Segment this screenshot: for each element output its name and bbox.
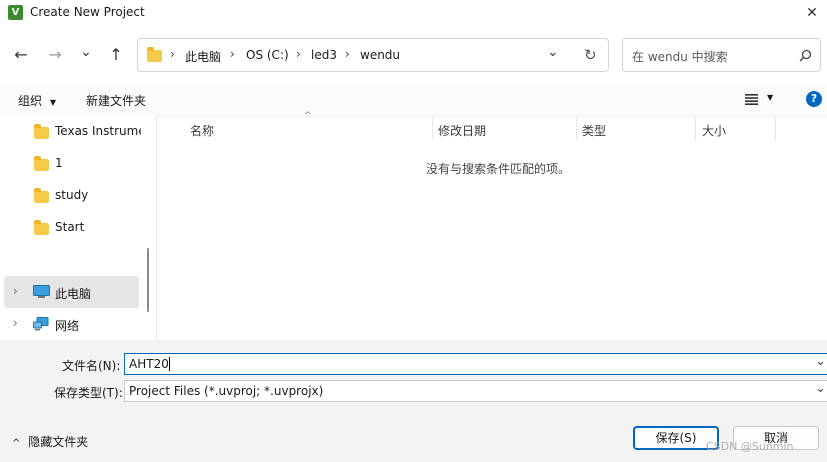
up-icon[interactable]: ↑: [104, 43, 128, 67]
back-icon[interactable]: ←: [9, 43, 33, 67]
nav-item-label: 1: [55, 156, 63, 170]
app-icon: V: [8, 5, 23, 20]
network-icon: [33, 317, 49, 331]
hide-folders-label: 隐藏文件夹: [28, 435, 89, 449]
nav-item-label: 此电脑: [55, 287, 92, 301]
scrollbar-thumb[interactable]: [147, 248, 149, 312]
nav-item-start[interactable]: Start: [0, 218, 150, 238]
breadcrumb-drive[interactable]: OS (C:): [246, 48, 289, 62]
address-dropdown-icon[interactable]: ⌄: [547, 44, 559, 60]
breadcrumb-led3[interactable]: led3: [311, 48, 337, 62]
nav-item-label: 网络: [55, 319, 80, 333]
nav-item-label: Texas Instrume: [55, 124, 141, 138]
breadcrumb-wendu[interactable]: wendu: [360, 48, 400, 62]
column-divider[interactable]: [432, 116, 433, 140]
help-icon[interactable]: ?: [806, 91, 822, 107]
hide-folders-button[interactable]: ^ 隐藏文件夹: [12, 433, 88, 450]
filetype-label: 保存类型(T):: [54, 386, 123, 400]
folder-icon: [34, 156, 49, 171]
sort-ascending-icon: ^: [304, 111, 312, 121]
column-header-name[interactable]: 名称: [190, 122, 214, 139]
new-folder-button[interactable]: 新建文件夹: [86, 92, 146, 109]
forward-icon[interactable]: →: [43, 43, 67, 67]
breadcrumb-separator: ›: [230, 47, 235, 61]
nav-item-texas[interactable]: Texas Instrume: [0, 122, 150, 142]
expand-chevron-icon[interactable]: ›: [13, 284, 18, 298]
search-placeholder: 在 wendu 中搜索: [632, 50, 728, 64]
folder-icon: [34, 220, 49, 235]
address-bar[interactable]: › 此电脑 › OS (C:) › led3 › wendu ⌄ ↻: [137, 38, 609, 72]
breadcrumb-separator: ›: [345, 47, 350, 61]
folder-icon: [34, 124, 49, 139]
breadcrumb-separator: ›: [170, 47, 175, 61]
chevron-down-icon[interactable]: ⌄: [815, 354, 826, 369]
breadcrumb-separator: ›: [296, 47, 301, 61]
column-header-type[interactable]: 类型: [582, 122, 606, 139]
folder-icon: [147, 47, 162, 62]
column-header-date[interactable]: 修改日期: [438, 122, 486, 139]
filename-label: 文件名(N):: [62, 359, 121, 373]
refresh-icon[interactable]: ↻: [584, 46, 597, 64]
column-header-size[interactable]: 大小: [702, 122, 726, 139]
search-box[interactable]: 在 wendu 中搜索: [622, 38, 821, 72]
chevron-down-icon[interactable]: ⌄: [815, 381, 826, 396]
title-bar: V Create New Project ✕: [0, 0, 827, 26]
close-button[interactable]: ✕: [797, 0, 827, 26]
file-list: [157, 116, 827, 340]
nav-item-this-pc[interactable]: › 此电脑: [4, 276, 139, 308]
navigation-pane: Texas Instrume 1 study Start › 此电脑 › 网络: [0, 116, 157, 340]
empty-list-message: 没有与搜索条件匹配的项。: [426, 162, 571, 176]
text-cursor: [169, 357, 170, 371]
view-caret-icon[interactable]: ▼: [767, 93, 773, 102]
save-panel: 文件名(N): AHT20 ⌄ 保存类型(T): Project Files (…: [0, 340, 827, 462]
nav-item-label: Start: [55, 220, 85, 234]
column-divider[interactable]: [775, 116, 776, 140]
organize-label: 组织: [18, 94, 43, 108]
nav-item-study[interactable]: study: [0, 186, 150, 206]
expand-chevron-icon[interactable]: ›: [13, 316, 18, 330]
recent-locations-icon[interactable]: ⌄: [74, 40, 98, 64]
command-bar: 组织 ▼ 新建文件夹 ▼ ?: [0, 84, 827, 117]
folder-icon: [34, 188, 49, 203]
window-title: Create New Project: [30, 5, 145, 19]
caret-down-icon: ▼: [49, 98, 56, 107]
watermark: CSDN @Sunmin: [706, 440, 794, 453]
nav-item-1[interactable]: 1: [0, 154, 150, 174]
nav-item-label: study: [55, 188, 89, 202]
column-divider[interactable]: [695, 116, 696, 140]
organize-button[interactable]: 组织 ▼: [18, 92, 56, 109]
filename-value: AHT20: [129, 357, 169, 371]
filetype-value: Project Files (*.uvproj; *.uvprojx): [129, 384, 324, 398]
filetype-select[interactable]: Project Files (*.uvproj; *.uvprojx) ⌄: [124, 380, 827, 402]
view-list-icon[interactable]: [745, 94, 758, 105]
search-icon[interactable]: [799, 49, 812, 62]
nav-item-network[interactable]: › 网络: [4, 312, 139, 336]
column-divider[interactable]: [576, 116, 577, 140]
chevron-up-icon: ^: [12, 438, 21, 449]
computer-icon: [33, 285, 50, 298]
filename-input[interactable]: AHT20 ⌄: [124, 353, 827, 375]
breadcrumb-this-pc[interactable]: 此电脑: [185, 48, 221, 65]
